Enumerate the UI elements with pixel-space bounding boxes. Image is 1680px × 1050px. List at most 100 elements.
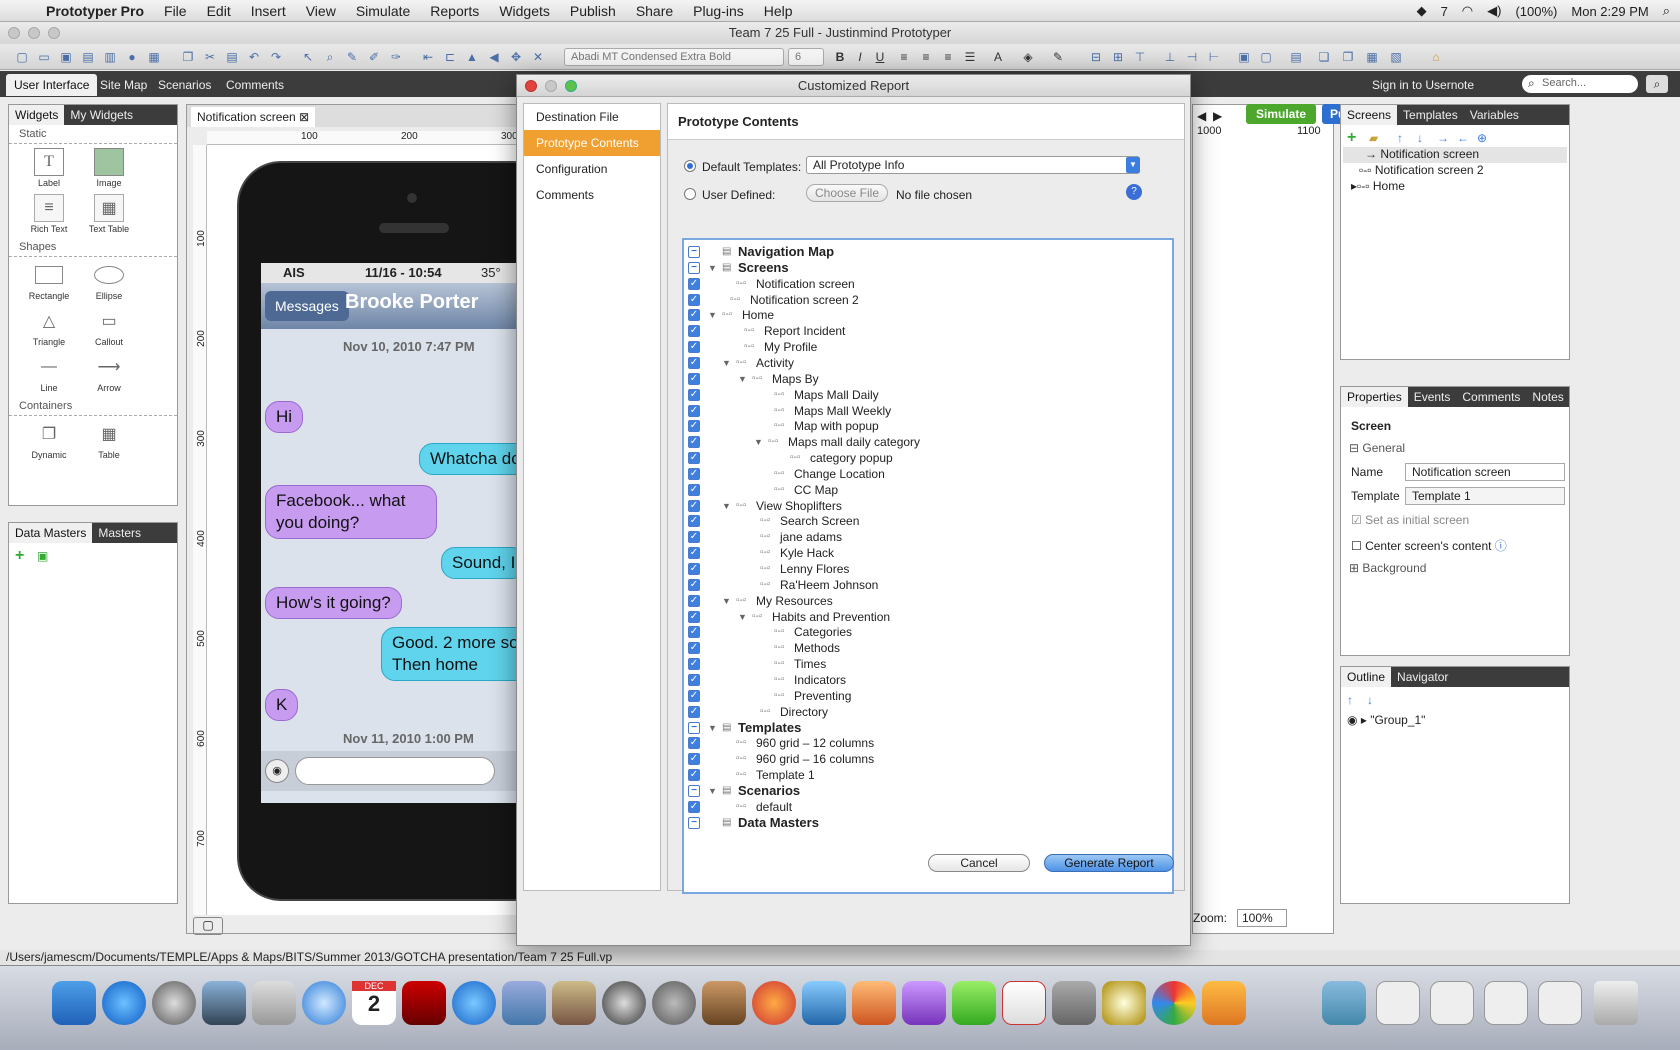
add-child-icon[interactable]: ⊕	[1477, 131, 1487, 145]
tree-checkbox[interactable]: ✓	[688, 547, 700, 560]
tree-checkbox[interactable]: ✓	[688, 467, 700, 480]
dashboard-icon[interactable]	[152, 981, 196, 1025]
search-options-icon[interactable]: ⌕	[1646, 75, 1668, 93]
message-input[interactable]	[295, 757, 495, 785]
tree-row[interactable]: ✓ ▼ ▫-▫ Home	[684, 307, 1164, 323]
word-icon[interactable]	[802, 981, 846, 1025]
menu-reports[interactable]: Reports	[420, 3, 489, 19]
tab-notes[interactable]: Notes	[1526, 387, 1569, 407]
tree-row[interactable]: − ▤ Data Masters	[684, 815, 1164, 831]
design-canvas[interactable]: AIS 11/16 - 10:54 35° Messages Brooke Po…	[207, 145, 527, 915]
italic-icon[interactable]: I	[852, 49, 868, 65]
chevron-down-icon[interactable]: ▼	[1126, 157, 1140, 173]
widget-callout[interactable]: ▭ Callout	[79, 307, 139, 347]
tree-row[interactable]: ✓ ▫-▫ Preventing	[684, 688, 1164, 704]
tree-checkbox[interactable]: ✓	[688, 452, 700, 465]
widget-line[interactable]: — Line	[19, 353, 79, 393]
menu-publish[interactable]: Publish	[560, 3, 626, 19]
tree-checkbox[interactable]: ✓	[688, 293, 700, 306]
wifi-icon[interactable]: ◠	[1462, 3, 1473, 19]
menu-plugins[interactable]: Plug-ins	[683, 3, 754, 19]
save-all-icon[interactable]: ▤	[80, 49, 96, 65]
tree-row[interactable]: ✓ ▼ ▫-▫ View Shoplifters	[684, 498, 1164, 514]
generate-report-button[interactable]: Generate Report	[1044, 854, 1174, 872]
tree-checkbox[interactable]: ✓	[688, 578, 700, 591]
cancel-button[interactable]: Cancel	[928, 854, 1030, 872]
zoom-select[interactable]: 100%	[1237, 909, 1287, 927]
align-icon[interactable]: ⇤	[420, 49, 436, 65]
powerpoint-icon[interactable]	[852, 981, 896, 1025]
nav-destination-file[interactable]: Destination File	[524, 104, 660, 130]
signin-link[interactable]: Sign in to Usernote	[1364, 74, 1482, 96]
background-section[interactable]: ⊞ Background	[1349, 561, 1426, 575]
zoom-tool-icon[interactable]: ⌕	[322, 49, 338, 65]
tree-row[interactable]: ✓ ▫-▫ Indicators	[684, 672, 1164, 688]
tree-checkbox[interactable]: ✓	[688, 436, 700, 449]
section-containers[interactable]: Containers	[9, 397, 177, 416]
tree-checkbox[interactable]: ✓	[688, 341, 700, 354]
tree-checkbox[interactable]: ✓	[688, 800, 700, 813]
tab-variables[interactable]: Variables	[1464, 105, 1525, 125]
itunes-icon[interactable]	[452, 981, 496, 1025]
eraser-icon[interactable]: ✎	[344, 49, 360, 65]
tree-row[interactable]: ✓ ▼ ▫-▫ Maps By	[684, 371, 1164, 387]
tree-row[interactable]: ✓ ▫-▫ category popup	[684, 450, 1164, 466]
calendar-icon[interactable]: DEC 2	[352, 981, 396, 1025]
tab-templates[interactable]: Templates	[1397, 105, 1464, 125]
widget-text-table[interactable]: ▦ Text Table	[79, 194, 139, 234]
app-store-icon[interactable]	[102, 981, 146, 1025]
export-icon[interactable]: ▥	[102, 49, 118, 65]
tree-row[interactable]: ✓ ▼ ▫-▫ Habits and Prevention	[684, 609, 1164, 625]
imovie-icon[interactable]	[1102, 981, 1146, 1025]
fill-icon[interactable]: ◈	[1020, 49, 1036, 65]
screen-item[interactable]: ▸▫-▫ Home	[1351, 179, 1405, 193]
tree-row[interactable]: ✓ ▫-▫ Maps Mall Daily	[684, 387, 1164, 403]
firefox-icon[interactable]	[752, 981, 796, 1025]
add-icon[interactable]: +	[15, 547, 24, 565]
tree-row[interactable]: ✓ ▫-▫ Methods	[684, 640, 1164, 656]
volume-icon[interactable]: ◀)	[1487, 3, 1501, 19]
menu-view[interactable]: View	[296, 3, 346, 19]
copy-icon[interactable]: ❐	[180, 49, 196, 65]
general-section[interactable]: ⊟ General	[1349, 441, 1405, 455]
simulate-button[interactable]: Simulate	[1246, 104, 1317, 124]
onenote-icon[interactable]	[902, 981, 946, 1025]
edit-master-icon[interactable]: ▣	[37, 549, 48, 563]
minimize-window-button[interactable]	[28, 27, 40, 39]
tree-row[interactable]: ✓ ▫-▫ Notification screen 2	[684, 292, 1164, 308]
widget-image[interactable]: Image	[79, 148, 139, 188]
bold-icon[interactable]: B	[832, 49, 848, 65]
tree-checkbox[interactable]: ✓	[688, 737, 700, 750]
help-icon[interactable]: ⓘ	[1495, 539, 1507, 553]
brush-icon[interactable]: ✐	[366, 49, 382, 65]
list-icon[interactable]: ☰	[962, 49, 978, 65]
dialog-zoom-button[interactable]	[565, 80, 577, 92]
tab-site-map[interactable]: Site Map	[92, 74, 155, 96]
tree-checkbox[interactable]: ✓	[688, 642, 700, 655]
tab-comments[interactable]: Comments	[218, 74, 292, 96]
tree-checkbox[interactable]: −	[688, 784, 700, 797]
delete-icon[interactable]: ✕	[530, 49, 546, 65]
align-center-icon[interactable]: ≡	[918, 49, 934, 65]
underline-icon[interactable]: U	[872, 49, 888, 65]
tab-scenarios[interactable]: Scenarios	[150, 74, 219, 96]
expand-arrow-icon[interactable]: ▼	[738, 371, 747, 387]
excel-icon[interactable]	[952, 981, 996, 1025]
align-h-icon[interactable]: ⊢	[1206, 49, 1222, 65]
photo-app-icon[interactable]	[252, 981, 296, 1025]
applications-folder-icon[interactable]	[1322, 981, 1366, 1025]
close-tab-icon[interactable]: ⊠	[299, 110, 309, 124]
section-static[interactable]: Static	[9, 125, 177, 144]
tree-checkbox[interactable]: ✓	[688, 483, 700, 496]
choose-file-button[interactable]: Choose File	[806, 184, 888, 202]
outline-item[interactable]: ◉ ▸ "Group_1"	[1347, 713, 1425, 727]
tree-checkbox[interactable]: ✓	[688, 594, 700, 607]
tab-events[interactable]: Events	[1408, 387, 1457, 407]
widget-table[interactable]: ▦ Table	[79, 420, 139, 460]
paste-icon[interactable]: ▤	[224, 49, 240, 65]
default-templates-radio[interactable]	[684, 160, 696, 173]
dialog-minimize-button[interactable]	[545, 80, 557, 92]
indent-icon[interactable]: →	[1437, 131, 1449, 145]
system-preferences-icon[interactable]	[652, 981, 696, 1025]
tree-checkbox[interactable]: ✓	[688, 372, 700, 385]
